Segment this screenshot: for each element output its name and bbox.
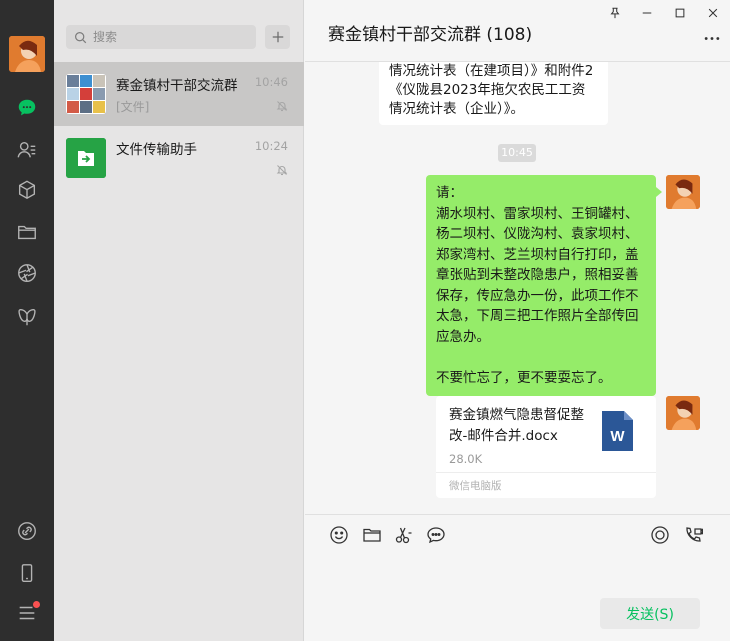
butterfly-icon[interactable] <box>15 305 39 329</box>
mute-icon <box>276 101 288 112</box>
conversation-title: 赛金镇村干部交流群 (108) <box>328 25 533 45</box>
folder-icon[interactable] <box>15 220 39 244</box>
file-message-card[interactable]: 赛金镇燃气隐患督促整改-邮件合并.docx 28.0K W 微信电脑版 <box>436 396 656 498</box>
send-button[interactable]: 发送(S) <box>600 598 700 629</box>
folder-icon[interactable] <box>361 524 383 546</box>
file-transfer-avatar <box>66 138 106 178</box>
sender-avatar[interactable] <box>666 175 700 209</box>
more-options-icon[interactable] <box>702 30 722 46</box>
live-icon[interactable] <box>649 524 671 546</box>
add-chat-button[interactable] <box>265 25 290 49</box>
search-box[interactable] <box>66 25 256 49</box>
message-list[interactable]: 情况统计表（在建项目）》和附件2《仪陇县2023年拖欠农民工工资情况统计表（企业… <box>305 62 730 514</box>
word-document-icon: W <box>602 411 633 451</box>
conversation-panel: 赛金镇村干部交流群 (108) 情况统计表（在建项目）》和附件2《仪陇县2023… <box>305 0 730 641</box>
notification-dot <box>33 601 40 608</box>
chat-item-file-transfer[interactable]: 文件传输助手 10:24 <box>54 126 304 190</box>
close-icon[interactable] <box>703 4 723 22</box>
chat-item-name: 赛金镇村干部交流群 <box>116 78 238 94</box>
search-input[interactable] <box>93 30 253 44</box>
search-icon <box>75 31 87 43</box>
minimize-icon[interactable] <box>637 4 657 22</box>
svg-text:W: W <box>610 428 625 445</box>
file-card-divider <box>436 472 656 473</box>
message-bubble-sent[interactable]: 请： 潮水坝村、雷家坝村、王铜罐村、杨二坝村、仪陇沟村、袁家坝村、郑家湾村、芝兰… <box>426 175 662 396</box>
navigation-rail <box>0 0 54 641</box>
chat-list-panel: 赛金镇村干部交流群 10:46 [文件] 文件传输助手 10:24 <box>54 0 304 641</box>
message-timestamp: 10:45 <box>498 144 536 162</box>
chat-item-preview: [文件] <box>116 100 150 114</box>
chat-item-time: 10:46 <box>254 75 288 89</box>
speech-icon[interactable] <box>425 524 447 546</box>
maximize-icon[interactable] <box>670 4 690 22</box>
conversation-header: 赛金镇村干部交流群 (108) <box>305 0 730 62</box>
cube-icon[interactable] <box>15 178 39 202</box>
file-size: 28.0K <box>449 452 483 466</box>
sender-avatar[interactable] <box>666 396 700 430</box>
contacts-icon[interactable] <box>15 138 39 162</box>
message-input-area: 发送(S) <box>305 514 730 641</box>
scissors-icon[interactable] <box>393 524 415 546</box>
pin-icon[interactable] <box>605 4 625 22</box>
avatar[interactable] <box>9 36 45 72</box>
chat-item-time: 10:24 <box>254 139 288 153</box>
message-input[interactable] <box>323 555 713 595</box>
message-text: 请： 潮水坝村、雷家坝村、王铜罐村、杨二坝村、仪陇沟村、袁家坝村、郑家湾村、芝兰… <box>436 185 639 386</box>
phone-icon[interactable] <box>15 561 39 585</box>
chat-icon[interactable] <box>15 96 39 120</box>
file-source: 微信电脑版 <box>449 480 502 492</box>
emoji-icon[interactable] <box>328 524 350 546</box>
chat-item-name: 文件传输助手 <box>116 142 197 158</box>
chat-item-group[interactable]: 赛金镇村干部交流群 10:46 [文件] <box>54 62 304 126</box>
link-icon[interactable] <box>15 519 39 543</box>
mute-icon <box>276 165 288 176</box>
plus-icon <box>272 31 283 43</box>
phone-video-icon[interactable] <box>682 524 704 546</box>
file-name: 赛金镇燃气隐患督促整改-邮件合并.docx <box>449 407 584 444</box>
aperture-icon[interactable] <box>15 261 39 285</box>
group-avatar <box>66 74 106 114</box>
message-bubble-received[interactable]: 情况统计表（在建项目）》和附件2《仪陇县2023年拖欠农民工工资情况统计表（企业… <box>379 62 608 125</box>
